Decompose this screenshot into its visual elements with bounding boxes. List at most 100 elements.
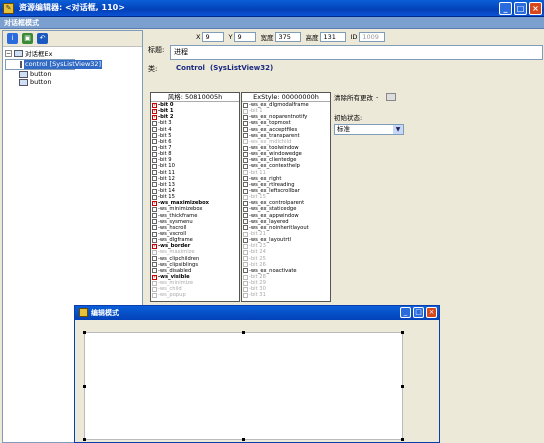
checkbox-icon[interactable] bbox=[152, 170, 157, 176]
checkbox-icon[interactable] bbox=[243, 256, 248, 262]
checkbox-icon[interactable] bbox=[152, 213, 157, 219]
info-icon[interactable]: i bbox=[7, 33, 18, 44]
tree-item[interactable]: control [SysListView32] bbox=[5, 59, 103, 70]
resize-handle[interactable] bbox=[401, 385, 404, 388]
checkbox-icon[interactable] bbox=[152, 237, 157, 243]
tree-item[interactable]: button bbox=[5, 78, 140, 86]
checkbox-icon[interactable] bbox=[243, 151, 248, 157]
checkbox-icon[interactable] bbox=[152, 286, 157, 292]
checkbox-icon[interactable]: ✓ bbox=[152, 108, 157, 114]
checkbox-icon[interactable] bbox=[152, 151, 157, 157]
undo-icon[interactable]: ↶ bbox=[37, 33, 48, 44]
checkbox-icon[interactable] bbox=[243, 157, 248, 163]
checkbox-icon[interactable]: ✓ bbox=[152, 114, 157, 120]
checkbox-icon[interactable] bbox=[243, 139, 248, 145]
edit-title-bar[interactable]: 编辑模式 _ □ × bbox=[75, 306, 439, 320]
checkbox-icon[interactable] bbox=[243, 292, 248, 298]
checkbox-icon[interactable] bbox=[152, 268, 157, 274]
checkbox-icon[interactable] bbox=[243, 108, 248, 114]
checkbox-icon[interactable] bbox=[152, 139, 157, 145]
checkbox-icon[interactable] bbox=[152, 120, 157, 126]
checkbox-icon[interactable] bbox=[243, 213, 248, 219]
checkbox-icon[interactable] bbox=[243, 127, 248, 133]
checkbox-icon[interactable] bbox=[243, 170, 248, 176]
checkbox-icon[interactable]: ✓ bbox=[152, 102, 157, 108]
resize-handle[interactable] bbox=[401, 331, 404, 334]
checkbox-icon[interactable] bbox=[243, 280, 248, 286]
checkbox-icon[interactable] bbox=[243, 225, 248, 231]
checkbox-icon[interactable] bbox=[243, 163, 248, 169]
checkbox-icon[interactable] bbox=[152, 133, 157, 139]
checkbox-icon[interactable] bbox=[152, 219, 157, 225]
minimize-button[interactable]: _ bbox=[499, 2, 512, 15]
id-input[interactable]: 1009 bbox=[359, 32, 386, 42]
resize-handle[interactable] bbox=[83, 385, 86, 388]
listview-preview[interactable] bbox=[83, 331, 404, 441]
checkbox-icon[interactable] bbox=[152, 225, 157, 231]
checkbox-icon[interactable] bbox=[152, 280, 157, 286]
checkbox-icon[interactable] bbox=[152, 249, 157, 255]
collapse-icon[interactable]: − bbox=[5, 49, 12, 57]
checkbox-icon[interactable] bbox=[152, 145, 157, 151]
checkbox-icon[interactable] bbox=[243, 237, 248, 243]
tree-root[interactable]: − 对话框Ex bbox=[5, 49, 140, 58]
checkbox-icon[interactable] bbox=[243, 200, 248, 206]
checkbox-icon[interactable] bbox=[243, 262, 248, 268]
y-input[interactable]: 9 bbox=[234, 32, 257, 42]
checkbox-icon[interactable] bbox=[243, 206, 248, 212]
checkbox-icon[interactable] bbox=[243, 114, 248, 120]
checkbox-icon[interactable] bbox=[152, 176, 157, 182]
initial-state-dropdown[interactable]: 标准 ▼ bbox=[334, 124, 404, 135]
x-input[interactable]: 9 bbox=[202, 32, 225, 42]
checkbox-icon[interactable]: ✓ bbox=[152, 200, 157, 206]
resize-handle[interactable] bbox=[242, 331, 245, 334]
resize-handle[interactable] bbox=[83, 331, 86, 334]
style-flag-checkbox[interactable]: -bit 31 bbox=[242, 292, 330, 298]
checkbox-icon[interactable] bbox=[152, 163, 157, 169]
checkbox-icon[interactable] bbox=[243, 176, 248, 182]
checkbox-icon[interactable] bbox=[243, 274, 248, 280]
checkbox-icon[interactable] bbox=[243, 133, 248, 139]
checkbox-icon[interactable] bbox=[243, 268, 248, 274]
checkbox-icon[interactable] bbox=[243, 120, 248, 126]
checkbox-icon[interactable]: ✓ bbox=[152, 243, 157, 249]
save-icon[interactable]: ▣ bbox=[22, 33, 33, 44]
checkbox-icon[interactable] bbox=[243, 249, 248, 255]
checkbox-icon[interactable] bbox=[243, 182, 248, 188]
maximize-button[interactable]: □ bbox=[514, 2, 527, 15]
checkbox-icon[interactable] bbox=[152, 157, 157, 163]
close-button[interactable]: × bbox=[426, 307, 437, 318]
resize-handle[interactable] bbox=[242, 438, 245, 441]
checkbox-icon[interactable] bbox=[152, 194, 157, 200]
tree-item[interactable]: button bbox=[5, 70, 140, 78]
checkbox-icon[interactable] bbox=[152, 292, 157, 298]
checkbox-icon[interactable] bbox=[152, 127, 157, 133]
resize-handle[interactable] bbox=[83, 438, 86, 441]
resize-handle[interactable] bbox=[401, 438, 404, 441]
checkbox-icon[interactable] bbox=[152, 262, 157, 268]
checkbox-icon[interactable] bbox=[152, 231, 157, 237]
checkbox-icon[interactable] bbox=[243, 231, 248, 237]
style-flag-checkbox[interactable]: -ws_popup bbox=[151, 292, 239, 298]
checkbox-icon[interactable] bbox=[243, 145, 248, 151]
height-input[interactable]: 131 bbox=[320, 32, 347, 42]
checkbox-icon[interactable] bbox=[243, 286, 248, 292]
checkbox-icon[interactable] bbox=[152, 188, 157, 194]
checkbox-icon[interactable] bbox=[243, 188, 248, 194]
close-button[interactable]: × bbox=[529, 2, 542, 15]
title-bar[interactable]: ✎ 资源编辑器: <对话框, 110> _ □ × bbox=[0, 0, 544, 17]
chevron-down-icon[interactable]: ▼ bbox=[393, 125, 403, 134]
caption-input[interactable]: 进程 bbox=[170, 45, 543, 60]
clear-changes-button[interactable] bbox=[386, 93, 397, 101]
checkbox-icon[interactable] bbox=[243, 102, 248, 108]
checkbox-icon[interactable] bbox=[243, 194, 248, 200]
checkbox-icon[interactable] bbox=[152, 182, 157, 188]
checkbox-icon[interactable] bbox=[152, 256, 157, 262]
checkbox-icon[interactable]: ✓ bbox=[152, 274, 157, 280]
minimize-button[interactable]: _ bbox=[400, 307, 411, 318]
checkbox-icon[interactable] bbox=[152, 206, 157, 212]
checkbox-icon[interactable] bbox=[243, 219, 248, 225]
width-input[interactable]: 375 bbox=[275, 32, 302, 42]
maximize-button[interactable]: □ bbox=[413, 307, 424, 318]
checkbox-icon[interactable] bbox=[243, 243, 248, 249]
